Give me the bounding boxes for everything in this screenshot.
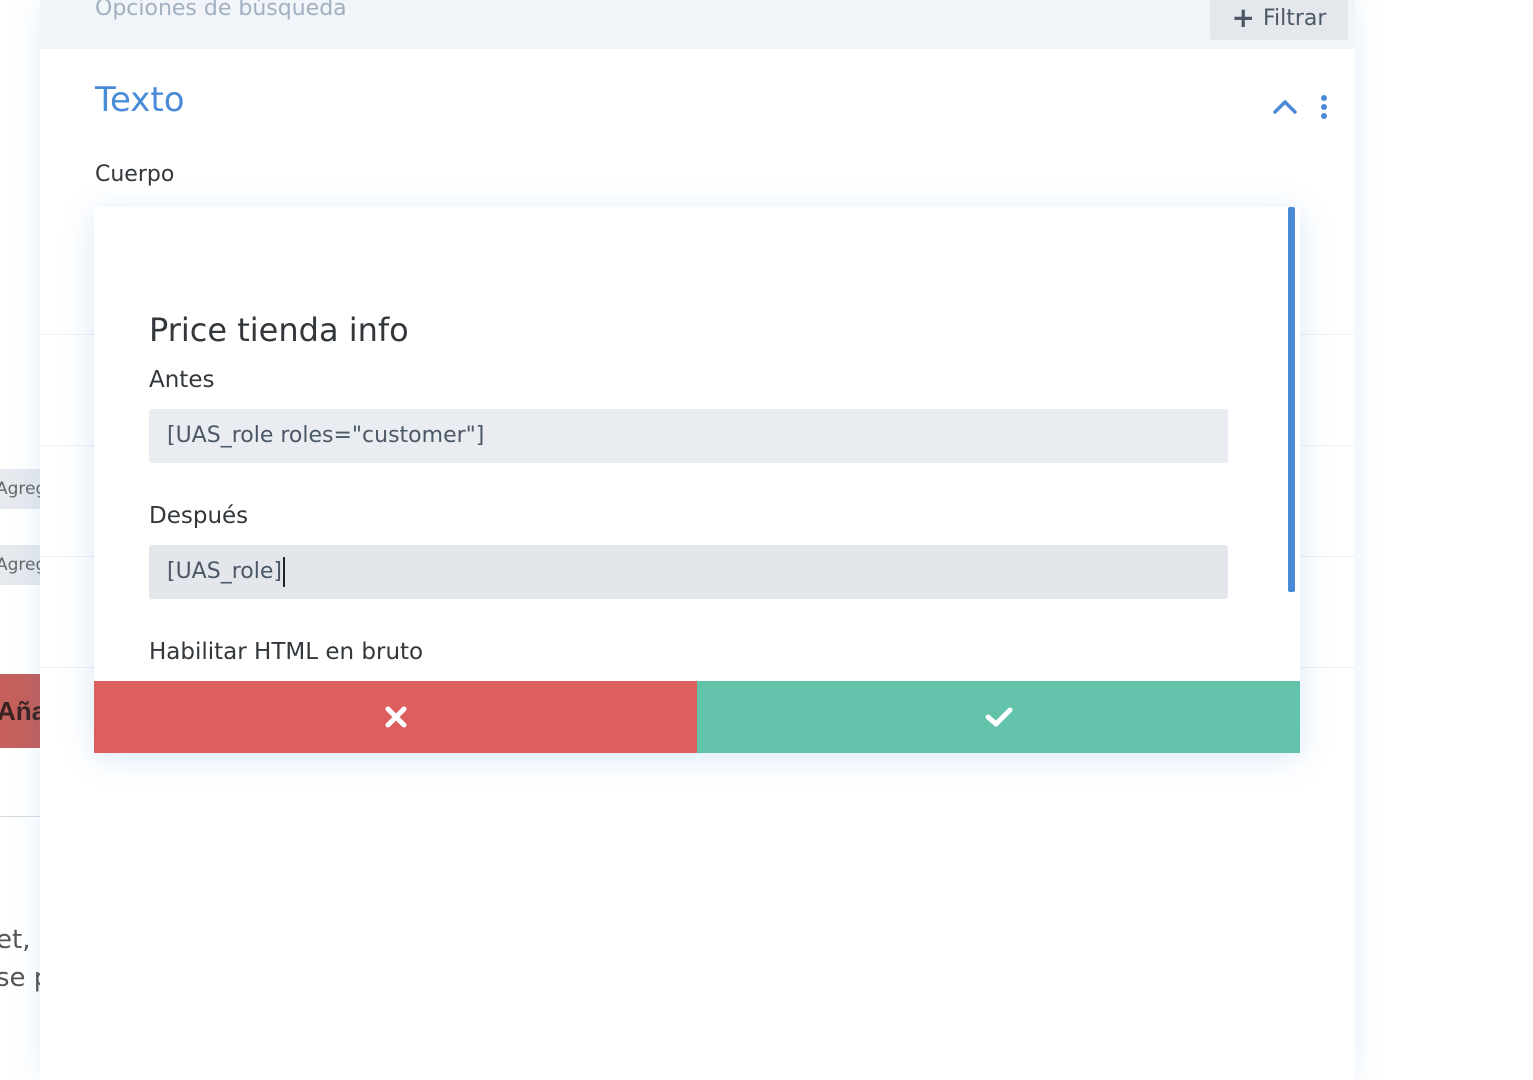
background-paragraph-line: se p	[0, 963, 40, 993]
kebab-icon[interactable]	[1320, 94, 1328, 120]
chevron-up-icon[interactable]	[1272, 96, 1298, 116]
text-editor-modal: Price tienda info Antes [UAS_role roles=…	[94, 207, 1300, 753]
filter-button[interactable]: + Filtrar	[1210, 0, 1348, 40]
check-icon	[985, 707, 1012, 727]
close-icon	[385, 706, 406, 728]
background-chip: Agregue un	[0, 469, 40, 509]
raw-html-label: Habilitar HTML en bruto	[149, 639, 424, 665]
section-title[interactable]: Texto	[95, 80, 185, 120]
after-input-value: [UAS_role]	[167, 559, 282, 584]
body-field-label: Cuerpo	[95, 162, 175, 187]
background-add-button[interactable]: Añadir a	[0, 674, 40, 748]
search-options-label[interactable]: Opciones de búsqueda	[95, 0, 347, 21]
divider	[0, 816, 40, 817]
modal-title: Price tienda info	[149, 311, 409, 349]
before-label: Antes	[149, 367, 215, 393]
text-caret	[282, 557, 285, 587]
save-button[interactable]	[697, 681, 1300, 753]
before-input[interactable]: [UAS_role roles="customer"]	[149, 409, 1228, 463]
modal-scrollbar[interactable]	[1288, 207, 1295, 592]
filter-button-label: Filtrar	[1262, 5, 1327, 31]
background-paragraph-line: et,	[0, 925, 31, 955]
after-label: Después	[149, 503, 249, 529]
before-input-value: [UAS_role roles="customer"]	[167, 423, 485, 448]
background-chip: Agregue un	[0, 545, 40, 585]
after-input[interactable]: [UAS_role]	[149, 545, 1228, 599]
modal-content: Price tienda info Antes [UAS_role roles=…	[94, 207, 1300, 681]
plus-icon: +	[1231, 1, 1255, 34]
search-options-bar: Opciones de búsqueda + Filtrar	[40, 0, 1355, 49]
cancel-button[interactable]	[94, 681, 697, 753]
